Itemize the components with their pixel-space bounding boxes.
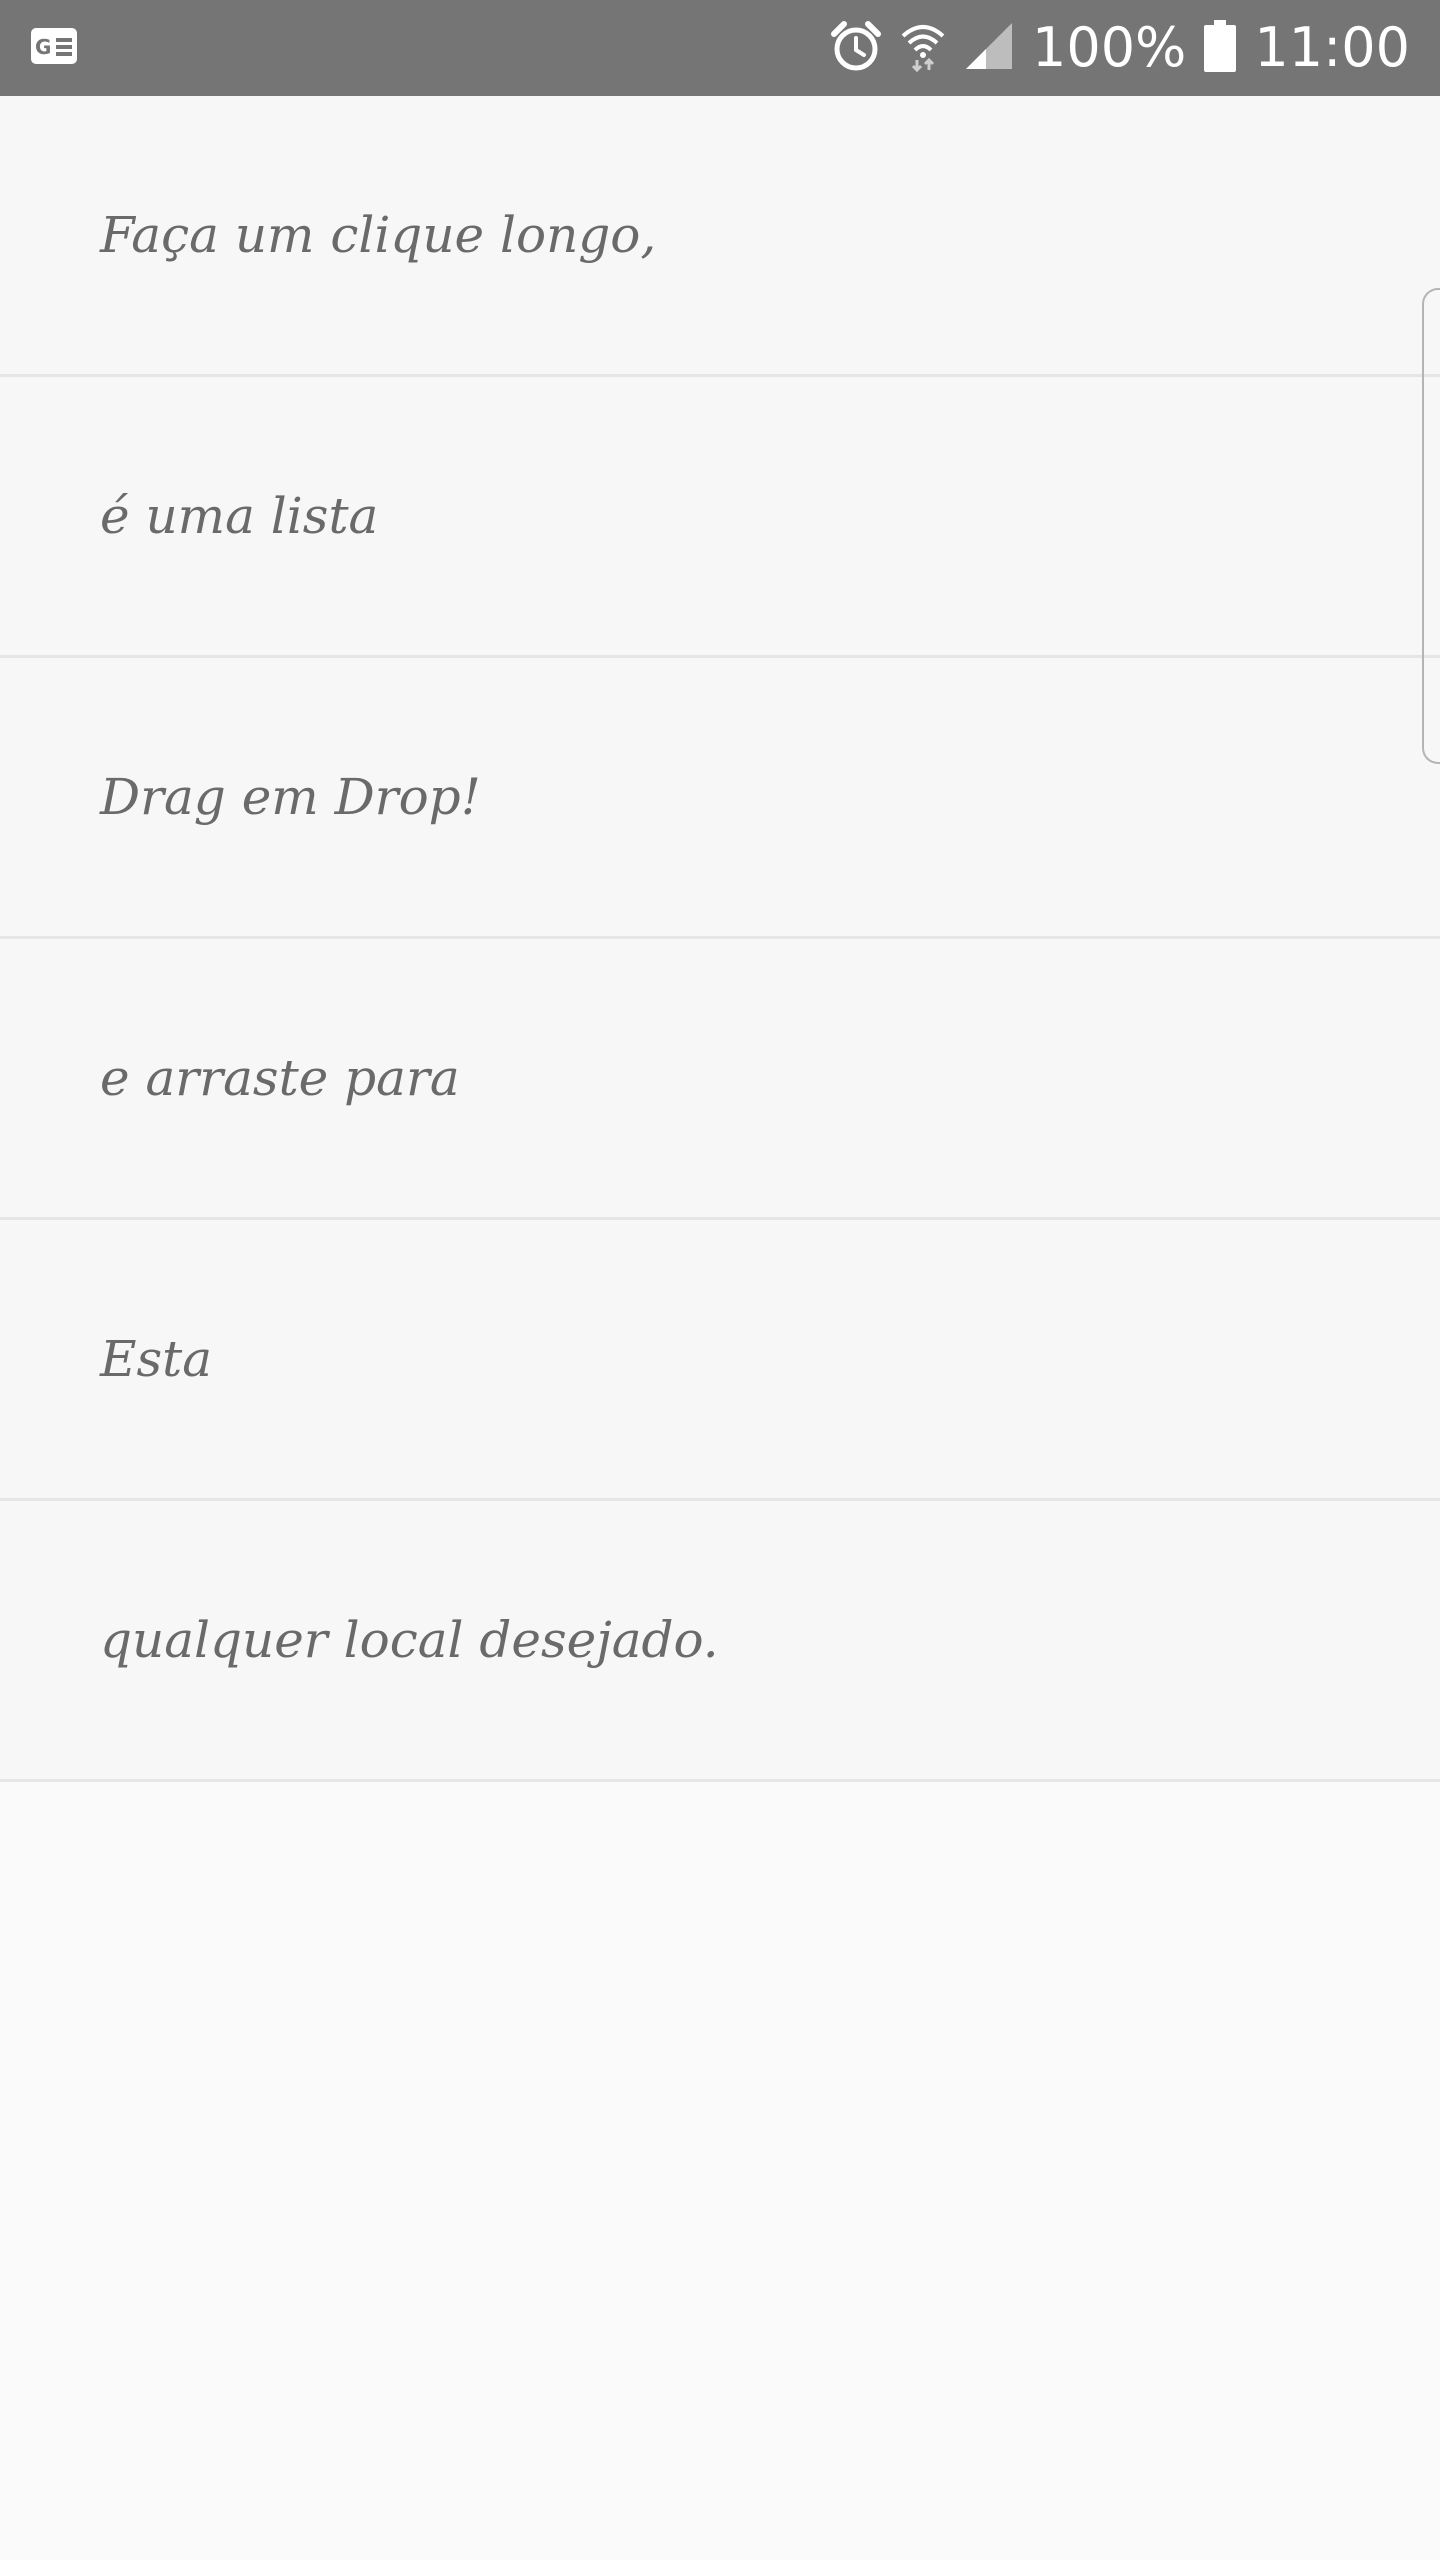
list-item[interactable]: Faça um clique longo, [0,96,1440,377]
edge-panel-handle[interactable] [1422,288,1440,764]
list-item-label: Faça um clique longo, [100,206,657,264]
list-item[interactable]: qualquer local desejado. [0,1501,1440,1782]
alarm-icon [830,20,882,76]
cell-signal-icon [964,21,1014,75]
screen: G 100% 11:00 Faça um clique longo, é uma… [0,0,1440,2560]
list-item[interactable]: Esta [0,1220,1440,1501]
list-item[interactable]: e arraste para [0,939,1440,1220]
list-item-label: Drag em Drop! [100,768,481,826]
list-item-label: Esta [100,1330,213,1388]
list-item[interactable]: Drag em Drop! [0,658,1440,939]
list-item-label: qualquer local desejado. [100,1611,719,1669]
news-card-icon: G [30,26,78,66]
status-icons: 100% 11:00 [830,0,1410,96]
wifi-icon [900,20,946,76]
clock: 11:00 [1254,16,1410,79]
status-bar: G 100% 11:00 [0,0,1440,96]
list-item[interactable]: é uma lista [0,377,1440,658]
drag-drop-list: Faça um clique longo, é uma lista Drag e… [0,96,1440,1782]
list-item-label: é uma lista [100,487,379,545]
svg-text:G: G [35,35,51,59]
list-item-label: e arraste para [100,1049,460,1107]
battery-percent: 100% [1031,16,1187,79]
battery-icon [1204,20,1237,76]
